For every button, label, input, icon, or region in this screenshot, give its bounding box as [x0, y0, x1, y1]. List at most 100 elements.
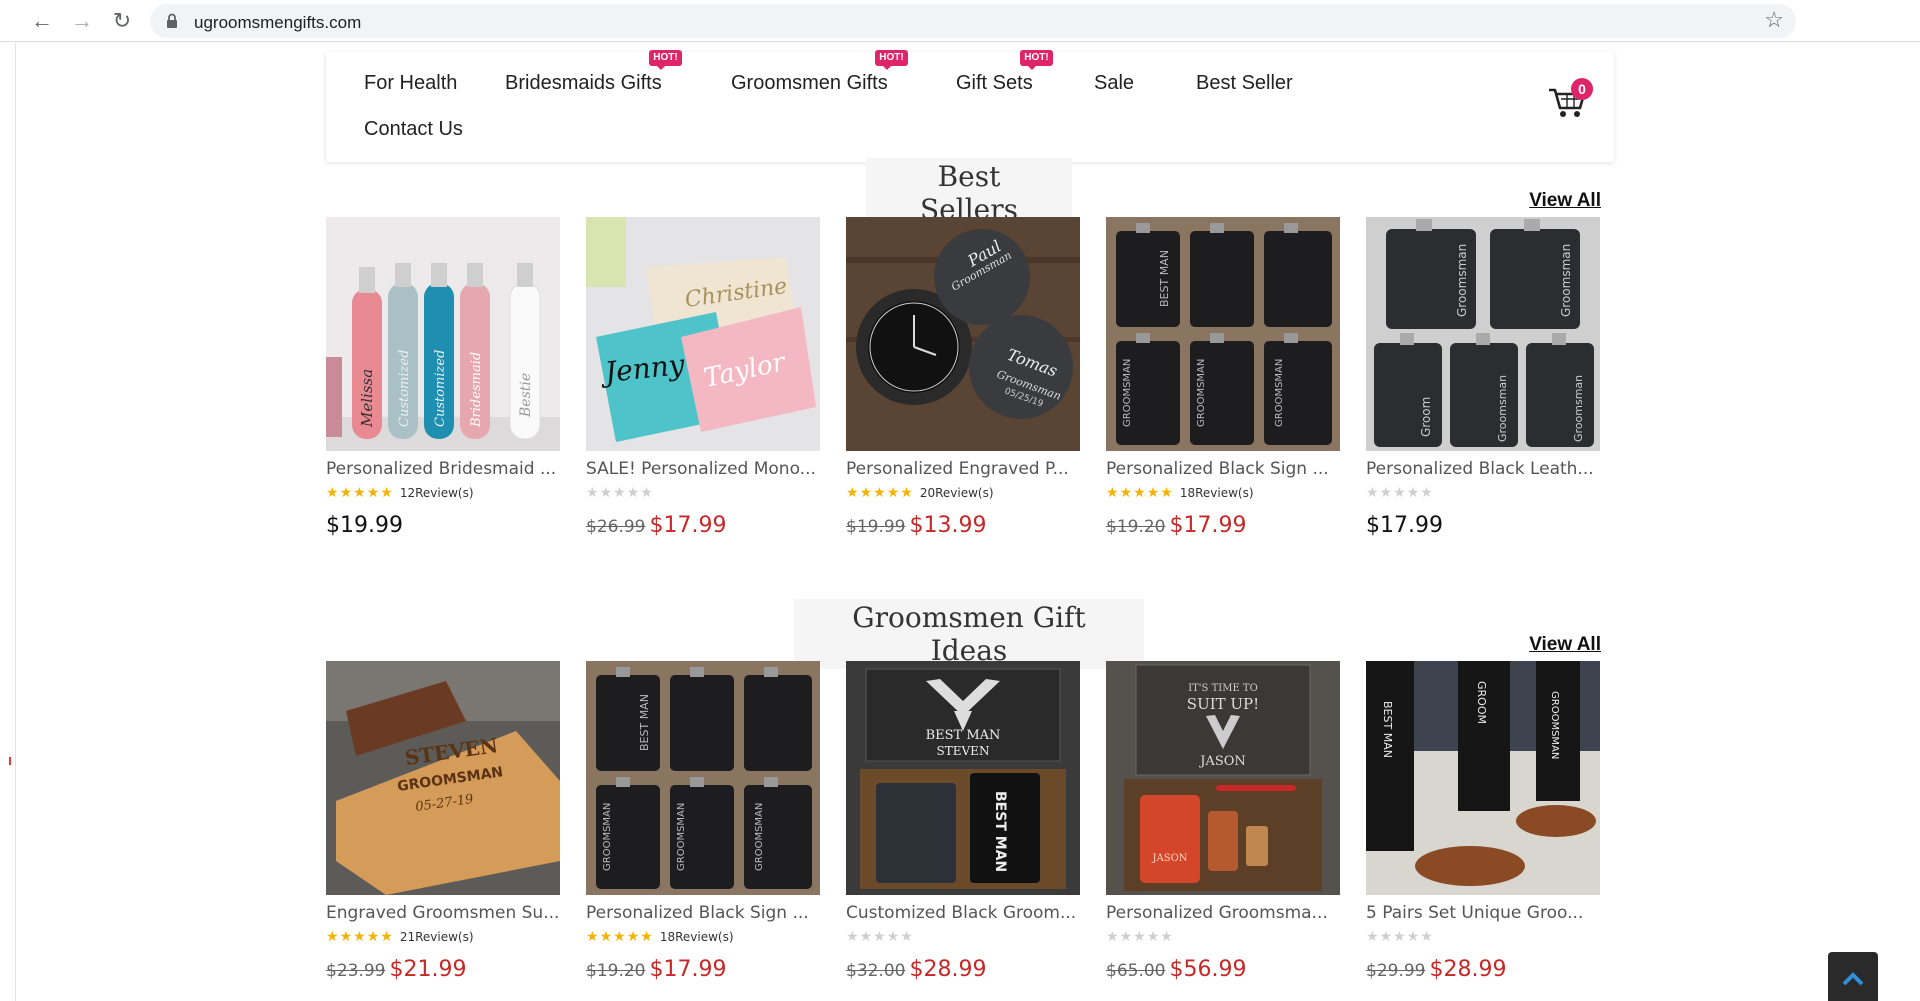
product-card[interactable]: BEST MAN GROOMSMAN GROOMSMAN GROOMSMAN P…: [586, 661, 820, 982]
product-rating: ★ ★ ★ ★ ★: [846, 929, 1080, 945]
product-image[interactable]: BEST MAN GROOM GROOMSMAN: [1366, 661, 1600, 895]
star-icon: ★: [1160, 929, 1173, 945]
product-image[interactable]: Paul Groomsman Tomas Groomsman 05/25/19: [846, 217, 1080, 451]
product-card[interactable]: Melissa Customized Customized Bridesmaid…: [326, 217, 560, 538]
rating-stars: ★ ★ ★ ★ ★: [1106, 930, 1174, 944]
product-image[interactable]: Melissa Customized Customized Bridesmaid…: [326, 217, 560, 451]
star-icon: ★: [339, 929, 353, 945]
product-rating: ★ ★ ★ ★ ★: [586, 485, 820, 501]
product-card[interactable]: BEST MAN GROOMSMAN GROOMSMAN GROOMSMAN P…: [1106, 217, 1340, 538]
product-name[interactable]: Personalized Engraved P...: [846, 459, 1080, 479]
star-icon: ★: [599, 929, 613, 945]
review-count: 18Review(s): [659, 930, 734, 944]
product-card[interactable]: STEVEN GROOMSMAN 05-27-19 Engraved Groom…: [326, 661, 560, 982]
box-text-2: STEVEN: [937, 744, 990, 758]
original-price: $19.20: [586, 961, 646, 981]
product-image[interactable]: STEVEN GROOMSMAN 05-27-19: [326, 661, 560, 895]
star-icon: ★: [1366, 485, 1379, 501]
product-card[interactable]: Christine Jenny Taylor SALE! Personalize…: [586, 217, 820, 538]
product-image[interactable]: BEST MAN STEVEN BEST MAN: [846, 661, 1080, 895]
menu-item-groomsmen-gifts[interactable]: Groomsmen Gifts HOT!: [731, 50, 908, 95]
star-icon: ★: [1379, 929, 1393, 945]
product-image[interactable]: IT'S TIME TO SUIT UP! JASON JASON: [1106, 661, 1340, 895]
product-name[interactable]: Personalized Groomsma...: [1106, 903, 1340, 923]
product-name[interactable]: SALE! Personalized Mono...: [586, 459, 820, 479]
menu-item-sale[interactable]: Sale: [1094, 72, 1134, 95]
star-icon: ★: [1393, 485, 1406, 501]
back-to-top-button[interactable]: [1828, 952, 1878, 1001]
original-price: $19.20: [1106, 517, 1166, 537]
back-arrow-icon[interactable]: ←: [28, 7, 56, 35]
product-name[interactable]: Engraved Groomsmen Su...: [326, 903, 560, 923]
review-count: 18Review(s): [1179, 486, 1254, 500]
original-price: $65.00: [1106, 961, 1166, 981]
rating-stars: ★ ★ ★ ★ ★: [1106, 486, 1174, 500]
bookmark-star-icon[interactable]: ☆: [1764, 7, 1784, 33]
product-price: $56.99: [1169, 957, 1247, 982]
product-image[interactable]: Groomsman Groomsman Groom Groomsman Groo…: [1366, 217, 1600, 451]
menu-item-bridesmaids-gifts[interactable]: Bridesmaids Gifts HOT!: [505, 50, 682, 95]
product-image[interactable]: BEST MAN GROOMSMAN GROOMSMAN GROOMSMAN: [1106, 217, 1340, 451]
forward-arrow-icon[interactable]: →: [68, 7, 96, 35]
menu-item-gift-sets[interactable]: Gift Sets HOT!: [956, 50, 1053, 95]
star-icon: ★: [326, 485, 339, 501]
product-price: $28.99: [909, 957, 987, 982]
product-card[interactable]: Paul Groomsman Tomas Groomsman 05/25/19 …: [846, 217, 1080, 538]
page-edge-divider: [15, 43, 16, 1001]
product-name[interactable]: Customized Black Groom...: [846, 903, 1080, 923]
cart-button[interactable]: 0: [1547, 78, 1593, 122]
bottle-text-2: Customized: [397, 350, 412, 427]
price-row: $29.99 $28.99: [1366, 957, 1600, 982]
rating-stars: ★ ★ ★ ★ ★: [326, 486, 394, 500]
product-price: $17.99: [1366, 513, 1443, 538]
product-name[interactable]: Personalized Bridesmaid ...: [326, 459, 560, 479]
product-name[interactable]: Personalized Black Sign ...: [586, 903, 820, 923]
view-all-link[interactable]: View All: [1529, 190, 1601, 212]
svg-text:Groomsman: Groomsman: [1572, 375, 1585, 442]
product-rating: ★ ★ ★ ★ ★ 18Review(s): [586, 929, 820, 945]
star-icon: ★: [339, 485, 353, 501]
product-name[interactable]: Personalized Black Leath...: [1366, 459, 1600, 479]
price-row: $23.99 $21.99: [326, 957, 560, 982]
rating-stars: ★ ★ ★ ★ ★: [846, 930, 914, 944]
product-name[interactable]: Personalized Black Sign ...: [1106, 459, 1340, 479]
menu-label: Sale: [1094, 72, 1135, 94]
reload-icon[interactable]: ↻: [108, 7, 136, 35]
suitup-text-1: IT'S TIME TO: [1188, 683, 1258, 694]
price-row: $19.99: [326, 513, 560, 538]
product-price: $21.99: [389, 957, 467, 982]
menu-item-best-seller[interactable]: Best Seller: [1196, 72, 1293, 95]
bottle-text-4: Bridesmaid: [469, 352, 484, 428]
menu-item-contact-us[interactable]: Contact Us: [364, 118, 463, 141]
star-icon: ★: [326, 929, 339, 945]
svg-text:BEST MAN: BEST MAN: [638, 694, 651, 751]
product-card[interactable]: BEST MAN GROOM GROOMSMAN 5 Pairs Set Uni…: [1366, 661, 1600, 982]
product-image[interactable]: BEST MAN GROOMSMAN GROOMSMAN GROOMSMAN: [586, 661, 820, 895]
url-text: ugroomsmengifts.com: [194, 13, 362, 32]
bottle-text-1: Melissa: [358, 369, 376, 428]
review-count: 20Review(s): [919, 486, 994, 500]
svg-text:Groomsman: Groomsman: [1455, 244, 1469, 317]
svg-text:Groomsman: Groomsman: [1496, 375, 1509, 442]
star-icon: ★: [353, 929, 366, 945]
product-name[interactable]: 5 Pairs Set Unique Groo...: [1366, 903, 1600, 923]
star-icon: ★: [859, 485, 873, 501]
product-card[interactable]: Groomsman Groomsman Groom Groomsman Groo…: [1366, 217, 1600, 538]
svg-text:GROOMSMAN: GROOMSMAN: [1274, 359, 1285, 427]
site-navigation: For Health Bridesmaids Gifts HOT! Groomsm…: [326, 50, 1614, 162]
product-image[interactable]: Christine Jenny Taylor: [586, 217, 820, 451]
rating-stars: ★ ★ ★ ★ ★: [1366, 930, 1434, 944]
menu-item-for-health[interactable]: For Health: [364, 72, 457, 95]
suitup-text-4: JASON: [1151, 853, 1187, 864]
rating-stars: ★ ★ ★ ★ ★: [326, 930, 394, 944]
price-row: $19.99 $13.99: [846, 513, 1080, 538]
svg-text:GROOMSMAN: GROOMSMAN: [1549, 691, 1560, 759]
address-bar[interactable]: ugroomsmengifts.com ☆: [150, 4, 1796, 38]
product-card[interactable]: IT'S TIME TO SUIT UP! JASON JASON Person…: [1106, 661, 1340, 982]
suitup-text-2: SUIT UP!: [1187, 695, 1259, 713]
view-all-link[interactable]: View All: [1529, 634, 1601, 656]
product-card[interactable]: BEST MAN STEVEN BEST MAN Customized Blac…: [846, 661, 1080, 982]
star-icon: ★: [599, 485, 613, 501]
bottle-text-3: Customized: [433, 350, 448, 427]
star-icon: ★: [1146, 929, 1160, 945]
